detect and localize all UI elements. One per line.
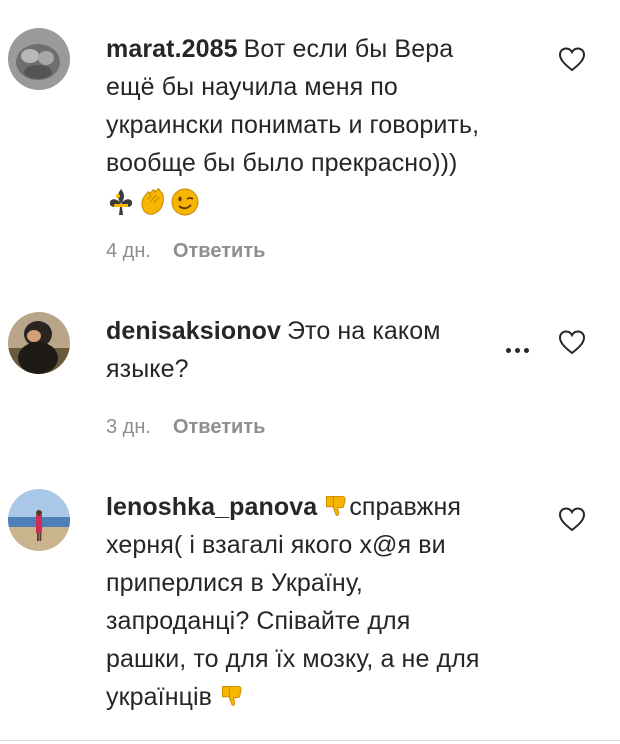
emoji-row xyxy=(106,186,516,220)
comment-line: рашки, то для їх мозку, а не для xyxy=(106,645,480,673)
like-heart-icon[interactable] xyxy=(557,328,587,356)
comment-meta: 3 дн. Ответить xyxy=(106,416,265,439)
fleur-de-lis-icon xyxy=(106,187,136,217)
thumbs-down-icon xyxy=(323,493,349,519)
comment-username[interactable]: denisaksionov xyxy=(106,317,281,345)
comment-line: херня( і взагалі якого х@я ви xyxy=(106,531,446,559)
comment-meta: 4 дн. Ответить xyxy=(106,240,265,263)
comment-line: украински понимать и говорить, xyxy=(106,111,480,139)
comment-username[interactable]: marat.2085 xyxy=(106,35,238,63)
clapping-hands-icon xyxy=(138,187,168,217)
comment-time[interactable]: 3 дн. xyxy=(106,416,151,438)
reply-button[interactable]: Ответить xyxy=(173,240,265,262)
comment-line: приперлися в Україну, xyxy=(106,569,363,597)
avatar[interactable] xyxy=(8,489,70,551)
comment-line: Вот если бы Вера xyxy=(243,35,454,63)
comment-line: запроданці? Співайте для xyxy=(106,607,411,635)
comment-line: українців xyxy=(106,683,213,711)
comment-text: denisaksionov Это на каком языке? xyxy=(106,312,516,388)
comment-line: языке? xyxy=(106,355,189,383)
comment-line: справжня xyxy=(349,493,462,521)
comment-text: marat.2085 Вот если бы Вера ещё бы научил… xyxy=(106,30,516,220)
thumbs-down-icon xyxy=(219,683,245,709)
divider xyxy=(0,740,620,741)
like-heart-icon[interactable] xyxy=(557,45,587,73)
winking-face-icon xyxy=(170,187,200,217)
like-heart-icon[interactable] xyxy=(557,505,587,533)
more-options-icon[interactable] xyxy=(506,340,536,353)
avatar[interactable] xyxy=(8,312,70,374)
avatar[interactable] xyxy=(8,28,70,90)
comment-text: lenoshka_panova справжня херня( і взагал… xyxy=(106,488,516,716)
comment-line: Это на каком xyxy=(286,317,441,345)
comment-username[interactable]: lenoshka_panova xyxy=(106,493,317,521)
reply-button[interactable]: Ответить xyxy=(173,416,265,438)
comment-line: ещё бы научила меня по xyxy=(106,73,398,101)
comment-line: вообще бы было прекрасно))) xyxy=(106,149,458,177)
comment-time[interactable]: 4 дн. xyxy=(106,240,151,262)
